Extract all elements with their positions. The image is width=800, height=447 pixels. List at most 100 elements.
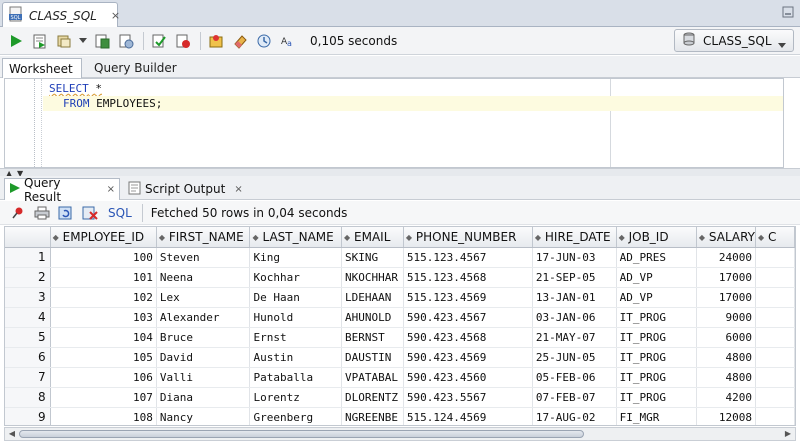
table-cell[interactable]: 07-FEB-07 [532, 387, 617, 408]
table-cell[interactable] [755, 387, 795, 408]
table-cell[interactable]: 590.423.5567 [403, 387, 533, 408]
table-cell[interactable]: Neena [156, 267, 251, 288]
table-cell[interactable]: 6000 [696, 327, 757, 348]
table-cell[interactable]: DAUSTIN [341, 347, 404, 368]
table-cell[interactable]: NKOCHHAR [341, 267, 404, 288]
table-cell[interactable]: Steven [156, 247, 251, 268]
table-cell[interactable]: AD_VP [616, 287, 697, 308]
table-cell[interactable]: VPATABAL [341, 367, 404, 388]
table-cell[interactable]: 4800 [696, 347, 757, 368]
table-row[interactable]: 8 107 Diana Lorentz DLORENTZ 590.423.5567 07-F… [5, 387, 795, 408]
table-cell[interactable]: Lex [156, 287, 251, 308]
table-cell[interactable] [755, 247, 795, 268]
explain-plan-icon[interactable] [149, 31, 169, 51]
table-cell[interactable]: IT_PROG [616, 387, 697, 408]
table-cell[interactable]: AD_VP [616, 267, 697, 288]
column-header[interactable]: ◆ PHONE_NUMBER [403, 227, 533, 248]
cancel-icon[interactable] [173, 31, 193, 51]
tab-script-output[interactable]: Script Output × [124, 178, 247, 200]
table-row[interactable]: 3 102 Lex De Haan LDEHAAN 515.123.4569 13-JAN-… [5, 287, 795, 308]
table-cell[interactable]: 12008 [696, 407, 757, 425]
table-row[interactable]: 5 104 Bruce Ernst BERNST 590.423.4568 21-MAY-0… [5, 327, 795, 348]
table-cell[interactable]: 102 [50, 287, 157, 308]
table-cell[interactable]: Nancy [156, 407, 251, 425]
table-cell[interactable]: Greenberg [249, 407, 343, 425]
view-sql-link[interactable]: SQL [108, 206, 132, 220]
table-cell[interactable]: DLORENTZ [341, 387, 404, 408]
table-row[interactable]: 1 100 Steven King SKING 515.123.4567 17-JUN-03… [5, 247, 795, 268]
table-cell[interactable]: 24000 [696, 247, 757, 268]
table-cell[interactable]: Alexander [156, 307, 251, 328]
table-cell[interactable]: IT_PROG [616, 347, 697, 368]
table-row[interactable]: 6 105 David Austin DAUSTIN 590.423.4569 25-JUN… [5, 347, 795, 368]
table-cell[interactable]: Austin [249, 347, 343, 368]
table-cell[interactable]: 106 [50, 367, 157, 388]
sql-editor[interactable]: SELECT * FROM EMPLOYEES; [4, 78, 784, 168]
table-cell[interactable]: King [249, 247, 343, 268]
table-row[interactable]: 2 101 Neena Kochhar NKOCHHAR 515.123.4568 21-S… [5, 267, 795, 288]
table-cell[interactable]: Bruce [156, 327, 251, 348]
run-statement-icon[interactable] [6, 31, 26, 51]
result-grid[interactable]: ◆ EMPLOYEE_ID ◆ FIRST_NAME ◆ LAST_NAME ◆ EMA… [4, 226, 796, 426]
table-cell[interactable]: 21-SEP-05 [532, 267, 617, 288]
table-cell[interactable]: Valli [156, 367, 251, 388]
table-cell[interactable]: IT_PROG [616, 367, 697, 388]
column-header[interactable]: ◆ FIRST_NAME [156, 227, 251, 248]
table-cell[interactable]: BERNST [341, 327, 404, 348]
rollback-icon[interactable] [116, 31, 136, 51]
table-cell[interactable]: David [156, 347, 251, 368]
table-cell[interactable]: FI_MGR [616, 407, 697, 425]
table-cell[interactable]: 9000 [696, 307, 757, 328]
table-cell[interactable]: 17000 [696, 287, 757, 308]
table-cell[interactable] [755, 307, 795, 328]
table-cell[interactable] [755, 407, 795, 425]
table-cell[interactable]: 103 [50, 307, 157, 328]
tab-worksheet[interactable]: Worksheet [2, 58, 82, 78]
column-header[interactable]: ◆ EMAIL [341, 227, 404, 248]
table-cell[interactable]: 17-AUG-02 [532, 407, 617, 425]
autotrace-icon[interactable] [54, 31, 74, 51]
table-cell[interactable]: Lorentz [249, 387, 343, 408]
table-cell[interactable]: 107 [50, 387, 157, 408]
table-cell[interactable]: Ernst [249, 327, 343, 348]
table-cell[interactable]: Kochhar [249, 267, 343, 288]
scrollbar-thumb[interactable] [19, 430, 584, 438]
table-cell[interactable] [755, 367, 795, 388]
column-header[interactable]: ◆ C [755, 227, 795, 248]
pane-splitter[interactable]: ▲ ▼ [0, 168, 800, 178]
table-cell[interactable]: SKING [341, 247, 404, 268]
table-cell[interactable]: NGREENBE [341, 407, 404, 425]
table-cell[interactable] [755, 347, 795, 368]
table-row[interactable]: 4 103 Alexander Hunold AHUNOLD 590.423.4567 03… [5, 307, 795, 328]
table-row[interactable]: 7 106 Valli Pataballa VPATABAL 590.423.4560 05… [5, 367, 795, 388]
table-cell[interactable]: 590.423.4560 [403, 367, 533, 388]
table-cell[interactable]: 21-MAY-07 [532, 327, 617, 348]
table-cell[interactable]: De Haan [249, 287, 343, 308]
clear-eraser-icon[interactable] [230, 31, 250, 51]
table-cell[interactable]: LDEHAAN [341, 287, 404, 308]
table-cell[interactable]: IT_PROG [616, 327, 697, 348]
table-cell[interactable]: IT_PROG [616, 307, 697, 328]
table-cell[interactable]: 105 [50, 347, 157, 368]
doc-tab-close-icon[interactable]: × [111, 9, 120, 22]
run-script-icon[interactable] [30, 31, 50, 51]
table-cell[interactable] [755, 287, 795, 308]
commit-icon[interactable] [92, 31, 112, 51]
tab-query-builder[interactable]: Query Builder [88, 58, 183, 78]
table-cell[interactable]: 03-JAN-06 [532, 307, 617, 328]
table-cell[interactable]: 4200 [696, 387, 757, 408]
close-icon[interactable]: × [234, 184, 242, 195]
table-cell[interactable]: 515.123.4567 [403, 247, 533, 268]
table-cell[interactable]: 590.423.4568 [403, 327, 533, 348]
column-header[interactable]: ◆ EMPLOYEE_ID [50, 227, 157, 248]
table-cell[interactable]: AHUNOLD [341, 307, 404, 328]
table-cell[interactable]: 104 [50, 327, 157, 348]
clear-results-icon[interactable] [80, 203, 100, 223]
close-icon[interactable]: × [107, 184, 115, 195]
table-cell[interactable]: 590.423.4569 [403, 347, 533, 368]
column-header[interactable]: ◆ JOB_ID [616, 227, 697, 248]
tab-query-result[interactable]: Query Result × [4, 176, 120, 204]
table-cell[interactable]: 17-JUN-03 [532, 247, 617, 268]
scroll-right-icon[interactable]: ▶ [782, 428, 794, 440]
table-cell[interactable]: 25-JUN-05 [532, 347, 617, 368]
